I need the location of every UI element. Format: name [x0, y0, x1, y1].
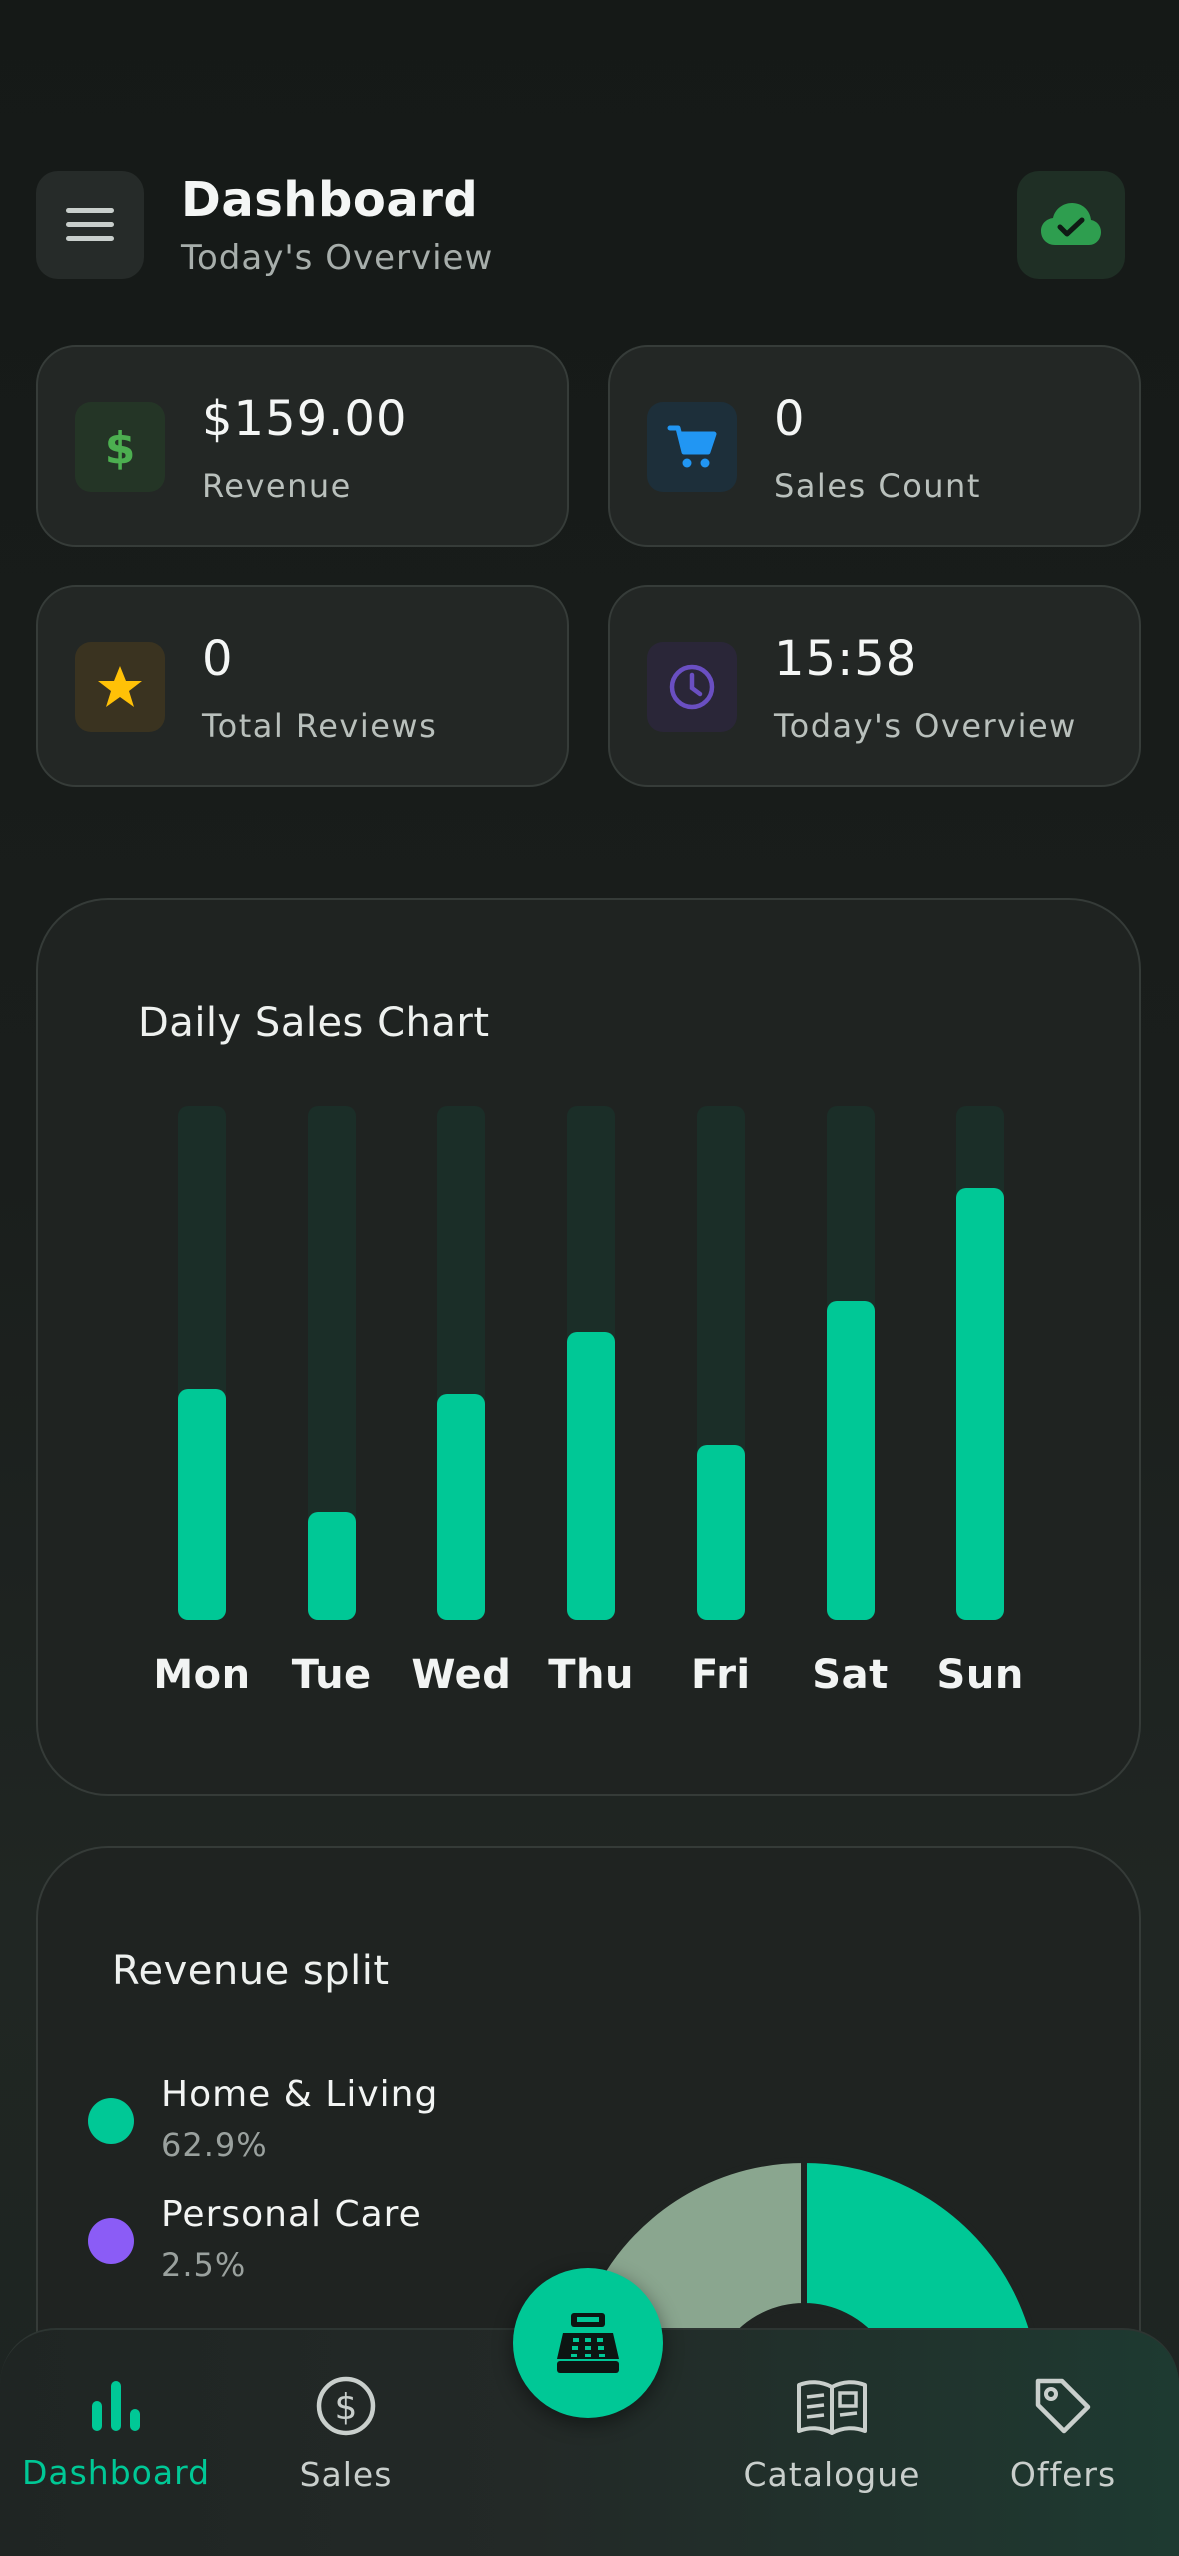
legend-percent: 2.5%	[161, 2246, 247, 2284]
legend-name: Personal Care	[161, 2194, 422, 2235]
hamburger-menu-icon	[66, 208, 114, 242]
bar-sun[interactable]	[956, 1188, 1005, 1620]
stat-label: Total Reviews	[202, 707, 438, 745]
dollar-circle-icon: $	[316, 2376, 376, 2436]
chart-title: Daily Sales Chart	[138, 1000, 490, 1046]
new-sale-fab-button[interactable]	[513, 2268, 663, 2418]
stat-card-time[interactable]: 15:58 Today's Overview	[608, 585, 1141, 787]
cloud-check-icon	[1041, 203, 1101, 245]
bar-wed[interactable]	[437, 1393, 486, 1620]
x-tick-label: Thu	[548, 1652, 634, 1698]
tag-icon	[1035, 2378, 1091, 2434]
nav-label: Sales	[299, 2455, 393, 2494]
sync-button[interactable]	[1017, 171, 1125, 279]
star-icon	[75, 642, 165, 732]
x-tick-label: Mon	[153, 1652, 251, 1698]
svg-text:$: $	[335, 2387, 358, 2428]
clock-icon	[647, 642, 737, 732]
revenue-split-title: Revenue split	[112, 1948, 390, 1994]
bar-mon[interactable]	[178, 1388, 226, 1620]
bar-thu[interactable]	[567, 1332, 616, 1620]
nav-offers[interactable]: Offers	[1000, 2375, 1126, 2494]
daily-sales-chart-card: Daily Sales Chart Mon Tue Wed Thu Fri Sat Sun	[36, 898, 1141, 1796]
stat-value: 0	[774, 391, 806, 447]
legend-name: Home & Living	[161, 2074, 439, 2115]
stat-card-revenue[interactable]: $ $159.00 Revenue	[36, 345, 569, 547]
x-tick-label: Wed	[411, 1652, 512, 1698]
cash-register-icon	[557, 2313, 619, 2373]
stat-label: Revenue	[202, 467, 352, 505]
x-tick-label: Tue	[291, 1652, 372, 1698]
x-tick-label: Sat	[812, 1652, 889, 1698]
stat-label: Today's Overview	[774, 707, 1077, 745]
stat-value: 0	[202, 631, 234, 687]
dashboard-screen: Dashboard Today's Overview $ $159.00 Rev…	[0, 0, 1179, 2556]
nav-label: Offers	[1009, 2455, 1117, 2494]
nav-catalogue[interactable]: Catalogue	[740, 2375, 924, 2494]
legend-dot-personal-care	[88, 2218, 134, 2264]
nav-label: Catalogue	[743, 2455, 921, 2494]
stat-value: $159.00	[202, 391, 408, 447]
page-title: Dashboard	[181, 172, 479, 228]
bar-fri[interactable]	[696, 1445, 745, 1620]
bar-tue[interactable]	[307, 1512, 356, 1620]
stat-card-total-reviews[interactable]: 0 Total Reviews	[36, 585, 569, 787]
nav-label: Dashboard	[21, 2453, 211, 2492]
cart-icon	[647, 402, 737, 492]
bar-chart-icon	[92, 2381, 140, 2431]
x-tick-label: Sun	[936, 1652, 1024, 1698]
menu-button[interactable]	[36, 171, 144, 279]
x-tick-label: Fri	[690, 1652, 751, 1698]
stat-card-sales-count[interactable]: 0 Sales Count	[608, 345, 1141, 547]
page-subtitle: Today's Overview	[181, 238, 494, 278]
stat-value: 15:58	[774, 631, 918, 687]
legend-dot-home-living	[88, 2098, 134, 2144]
nav-dashboard[interactable]: Dashboard	[21, 2375, 211, 2492]
newspaper-icon	[797, 2380, 867, 2435]
legend-percent: 62.9%	[161, 2126, 268, 2164]
bar-sat[interactable]	[826, 1301, 875, 1620]
svg-text:$: $	[105, 423, 136, 473]
stat-label: Sales Count	[774, 467, 981, 505]
dollar-icon: $	[75, 402, 165, 492]
nav-sales[interactable]: $ Sales	[271, 2375, 421, 2494]
